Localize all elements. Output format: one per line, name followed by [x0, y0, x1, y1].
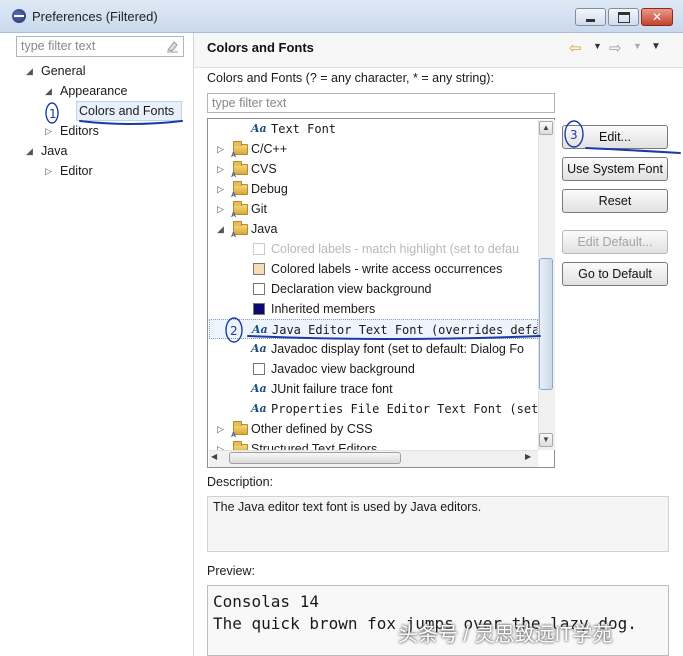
- watermark: 头条号 / 灵思致远IT学苑: [398, 624, 613, 646]
- underline-annotation: [79, 120, 183, 125]
- annotation-number: 3: [570, 128, 578, 142]
- annotation-number: 2: [230, 324, 238, 338]
- handwritten-annotations: 1 2 3: [45, 102, 681, 343]
- underline-annotation: [585, 147, 681, 154]
- underline-annotation: [247, 335, 541, 340]
- annotation-number: 1: [49, 107, 57, 121]
